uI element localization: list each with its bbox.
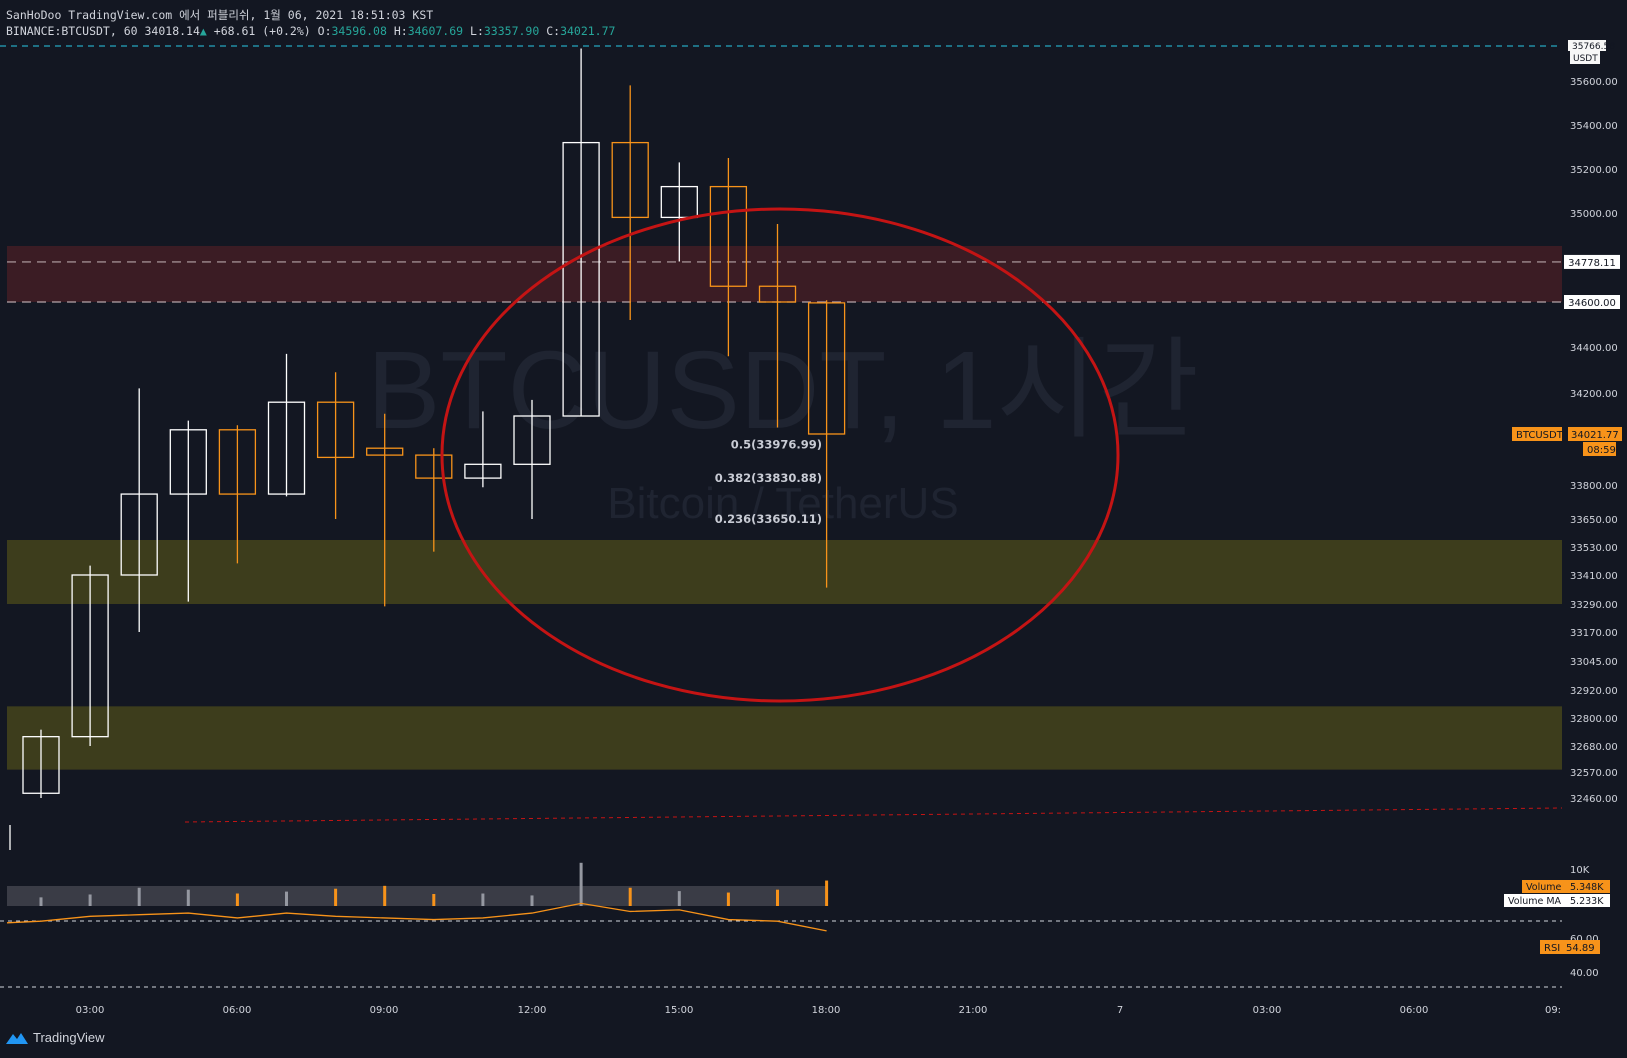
current-price: 34021.77 xyxy=(1571,430,1619,441)
volume-bar xyxy=(235,893,239,906)
time-tick: 03:00 xyxy=(76,1005,105,1016)
price-tick: 35600.00 xyxy=(1570,77,1618,88)
volume-bar xyxy=(88,894,92,906)
volume-ma-badge: Volume MA 5.233K xyxy=(1504,894,1610,907)
volume-bar xyxy=(530,895,534,906)
time-tick: 18:00 xyxy=(812,1005,841,1016)
fib-label: 0.382(33830.88) xyxy=(715,471,822,485)
watermark-title: BTCUSDT, 1시간 xyxy=(367,329,1199,452)
rsi-pane: 60.0040.00RSI 54.89 xyxy=(0,902,1600,988)
price-tick: 33800.00 xyxy=(1570,481,1618,492)
candle xyxy=(316,372,355,519)
tradingview-brand[interactable]: TradingView xyxy=(6,1030,105,1045)
volume-bar xyxy=(825,880,829,906)
volume-bar xyxy=(432,894,436,906)
volume-bar xyxy=(481,893,485,906)
volume-label: Volume xyxy=(1526,882,1561,893)
volume-bar xyxy=(186,889,190,906)
fib-label: 0.236(33650.11) xyxy=(715,512,822,526)
level-badge-text: 34778.11 xyxy=(1568,258,1616,269)
volume-value: 5.348K xyxy=(1570,882,1604,893)
level-badge: 34600.00 xyxy=(1564,295,1620,309)
volume-ma-area xyxy=(7,886,827,906)
trend-dashed-line xyxy=(184,807,1563,823)
candle xyxy=(267,353,306,497)
volume-bar xyxy=(285,891,288,906)
price-tick: 33650.00 xyxy=(1570,515,1618,526)
volume-bar xyxy=(677,891,681,906)
time-tick: 06:00 xyxy=(1400,1005,1429,1016)
price-tick: 33410.00 xyxy=(1570,571,1618,582)
time-axis: 03:00 06:00 09:00 12:00 15:00 18:00 21:00 7 03:0… xyxy=(76,1005,1561,1016)
time-tick: 7 xyxy=(1117,1005,1123,1016)
volume-bar xyxy=(39,897,43,906)
volume-bar xyxy=(776,889,779,906)
time-tick: 09:00 xyxy=(370,1005,399,1016)
zone-resistance xyxy=(7,246,1562,302)
price-tick: 33290.00 xyxy=(1570,600,1618,611)
fib-label: 0.5(33976.99) xyxy=(731,437,822,451)
rsi-tick: 40.00 xyxy=(1570,968,1599,979)
price-axis: 35600.00 35400.00 35200.00 35000.00 34400.00… xyxy=(1512,40,1622,805)
time-tick: 06:00 xyxy=(223,1005,252,1016)
rsi-badge: RSI 54.89 xyxy=(1540,940,1600,954)
price-tick: 32800.00 xyxy=(1570,714,1618,725)
price-tick: 34400.00 xyxy=(1570,343,1618,354)
fib-labels: 0.5(33976.99) 0.382(33830.88) 0.236(33650.… xyxy=(715,437,822,526)
level-badge: 34778.11 xyxy=(1564,254,1620,269)
price-tick: 33170.00 xyxy=(1570,628,1618,639)
rsi-value: 54.89 xyxy=(1566,943,1595,954)
volume-bar xyxy=(628,887,632,906)
volume-bar xyxy=(383,885,387,906)
time-tick: 15:00 xyxy=(665,1005,694,1016)
tradingview-logo-icon xyxy=(6,1032,28,1044)
top-price-label: 35766.58 xyxy=(1572,42,1615,52)
time-tick: 12:00 xyxy=(518,1005,547,1016)
price-tick: 35400.00 xyxy=(1570,121,1618,132)
rsi-label: RSI xyxy=(1544,943,1560,954)
volume-ma-value: 5.233K xyxy=(1570,896,1604,907)
price-tick: 35000.00 xyxy=(1570,209,1618,220)
volume-ma-label: Volume MA xyxy=(1508,896,1562,907)
price-chart[interactable]: BTCUSDT, 1시간 Bitcoin / TetherUS 34778.11… xyxy=(0,0,1627,1058)
currency-label: USDT xyxy=(1573,54,1598,64)
brand-name: TradingView xyxy=(33,1030,105,1045)
price-tick: 33045.00 xyxy=(1570,657,1618,668)
zone-support-2 xyxy=(7,706,1562,770)
price-tick: 32920.00 xyxy=(1570,686,1618,697)
level-badge-text: 34600.00 xyxy=(1568,298,1616,309)
volume-badge: Volume 5.348K xyxy=(1522,880,1610,893)
time-tick: 03:00 xyxy=(1253,1005,1282,1016)
volume-bar xyxy=(579,862,583,906)
zone-support-1 xyxy=(7,540,1562,604)
time-tick: 09: xyxy=(1545,1005,1561,1016)
volume-pane: 10K Volume 5.348K Volume MA 5.233K xyxy=(7,862,1610,907)
price-tick: 34200.00 xyxy=(1570,389,1618,400)
volume-axis-label: 10K xyxy=(1570,865,1590,876)
price-tick: 32680.00 xyxy=(1570,742,1618,753)
countdown: 08:59 xyxy=(1587,445,1616,456)
current-symbol: BTCUSDT xyxy=(1516,430,1564,441)
volume-bar xyxy=(334,888,338,906)
price-tick: 35200.00 xyxy=(1570,165,1618,176)
rsi-line xyxy=(6,902,827,932)
price-tick: 32570.00 xyxy=(1570,768,1618,779)
time-tick: 21:00 xyxy=(959,1005,988,1016)
volume-bar xyxy=(137,887,141,906)
volume-bar xyxy=(726,892,730,906)
price-tick: 32460.00 xyxy=(1570,794,1618,805)
price-tick: 33530.00 xyxy=(1570,543,1618,554)
